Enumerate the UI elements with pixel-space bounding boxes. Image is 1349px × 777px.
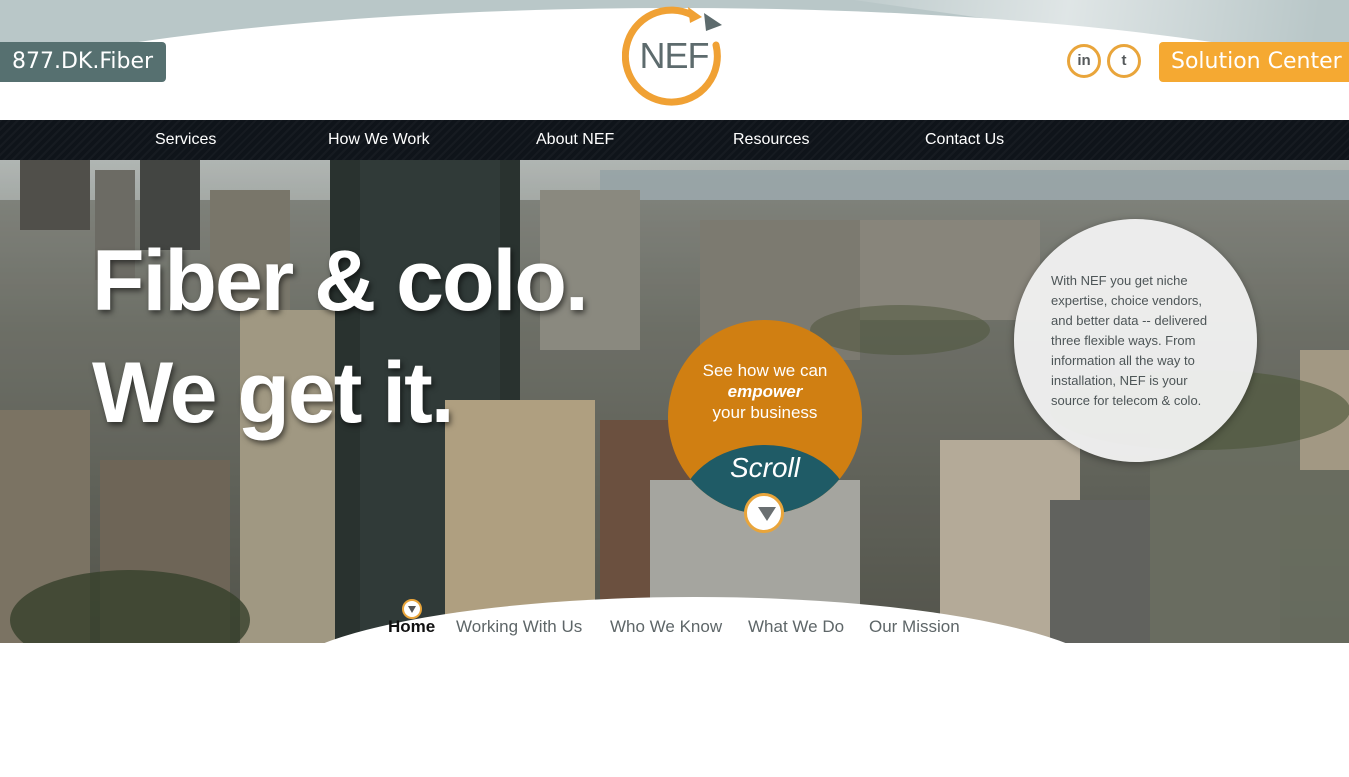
cta-emphasis: empower — [727, 382, 803, 401]
tab-what-we-do[interactable]: What We Do — [748, 617, 844, 637]
tab-working-with-us[interactable]: Working With Us — [456, 617, 582, 637]
site-header: 877.DK.Fiber NEF in t Solution Center — [0, 0, 1349, 120]
hero-headline-line1: Fiber & colo. — [92, 233, 589, 329]
phone-number-button[interactable]: 877.DK.Fiber — [0, 42, 166, 82]
info-circle: With NEF you get niche expertise, choice… — [1014, 219, 1257, 462]
scroll-label: Scroll — [729, 452, 800, 483]
empower-cta-circle[interactable]: See how we can empower your business Scr… — [668, 320, 862, 514]
scroll-down-icon[interactable] — [744, 493, 784, 533]
cta-line3: your business — [712, 403, 818, 422]
main-nav: Services How We Work About NEF Resources… — [0, 120, 1349, 160]
nav-item-about-nef[interactable]: About NEF — [536, 120, 614, 160]
nav-item-resources[interactable]: Resources — [733, 120, 809, 160]
nav-item-contact-us[interactable]: Contact Us — [925, 120, 1004, 160]
linkedin-icon[interactable]: in — [1067, 44, 1101, 78]
twitter-icon[interactable]: t — [1107, 44, 1141, 78]
tab-our-mission[interactable]: Our Mission — [869, 617, 960, 637]
hero-headline-line2: We get it. — [92, 345, 455, 441]
nav-item-how-we-work[interactable]: How We Work — [328, 120, 430, 160]
tab-home[interactable]: Home — [388, 617, 435, 637]
tab-who-we-know[interactable]: Who We Know — [610, 617, 722, 637]
logo-text: NEF — [639, 35, 710, 76]
nav-item-services[interactable]: Services — [155, 120, 216, 160]
active-tab-marker-icon — [402, 599, 422, 619]
nef-logo[interactable]: NEF — [622, 5, 726, 109]
cta-text: See how we can empower your business — [668, 360, 862, 423]
solution-center-button[interactable]: Solution Center — [1159, 42, 1349, 82]
hero-section: Fiber & colo. We get it. See how we can … — [0, 160, 1349, 643]
info-text: With NEF you get niche expertise, choice… — [1051, 273, 1208, 408]
cta-line1: See how we can — [702, 361, 828, 380]
